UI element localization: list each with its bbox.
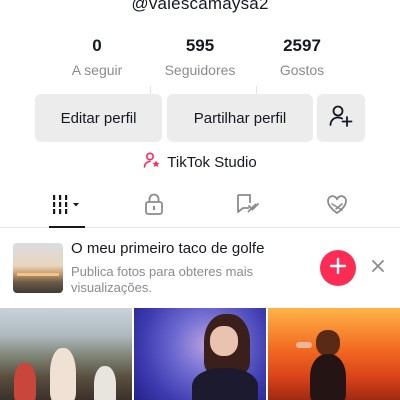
photo-suggestion-banner: O meu primeiro taco de golfe Publica fot…	[0, 236, 400, 300]
dismiss-banner-button[interactable]	[368, 258, 388, 278]
plus-icon	[329, 257, 347, 280]
profile-actions: Editar perfil Partilhar perfil	[0, 94, 400, 142]
lock-icon	[143, 192, 165, 221]
edit-profile-button[interactable]: Editar perfil	[35, 94, 162, 142]
stat-followers-value: 595	[185, 36, 215, 55]
add-photo-button[interactable]	[320, 250, 356, 286]
studio-person-star-icon	[143, 151, 161, 173]
stat-following-value: 0	[92, 36, 102, 55]
repost-icon	[234, 192, 260, 221]
thumbnail-horizon	[17, 273, 59, 276]
stat-likes-label: Gostos	[279, 62, 325, 78]
video-grid	[0, 308, 400, 400]
tab-videos[interactable]	[17, 186, 117, 228]
tab-reposts[interactable]	[197, 186, 297, 227]
add-user-icon	[328, 103, 354, 133]
liked-heart-icon	[324, 192, 350, 221]
video-thumb-3[interactable]	[268, 308, 400, 400]
banner-subtitle: Publica fotos para obteres mais visualiz…	[71, 264, 254, 295]
profile-tabs	[0, 186, 400, 228]
grid-icon	[50, 193, 84, 220]
tiktok-studio-link[interactable]: TikTok Studio	[0, 152, 400, 172]
tiktok-studio-label: TikTok Studio	[167, 153, 257, 171]
banner-thumbnail	[13, 243, 63, 293]
stat-followers[interactable]: 595 Seguidores	[145, 36, 255, 78]
tab-private[interactable]	[104, 186, 204, 227]
stat-following[interactable]: 0 A seguir	[42, 36, 152, 78]
stat-followers-label: Seguidores	[164, 62, 236, 78]
share-profile-button[interactable]: Partilhar perfil	[167, 94, 313, 142]
active-tab-indicator	[49, 226, 85, 228]
stat-likes-value: 2597	[283, 36, 321, 55]
video-thumb-1[interactable]	[0, 308, 132, 400]
stat-following-label: A seguir	[71, 62, 123, 78]
tab-liked[interactable]	[287, 186, 387, 227]
add-friend-button[interactable]	[317, 94, 365, 142]
banner-title: O meu primeiro taco de golfe	[71, 240, 265, 257]
close-icon	[371, 259, 385, 278]
video-thumb-2[interactable]	[134, 308, 266, 400]
stat-likes[interactable]: 2597 Gostos	[247, 36, 357, 78]
profile-username: @valescamaysa2	[131, 0, 269, 13]
profile-stats: 0 A seguir 595 Seguidores 2597 Gostos	[0, 36, 400, 100]
